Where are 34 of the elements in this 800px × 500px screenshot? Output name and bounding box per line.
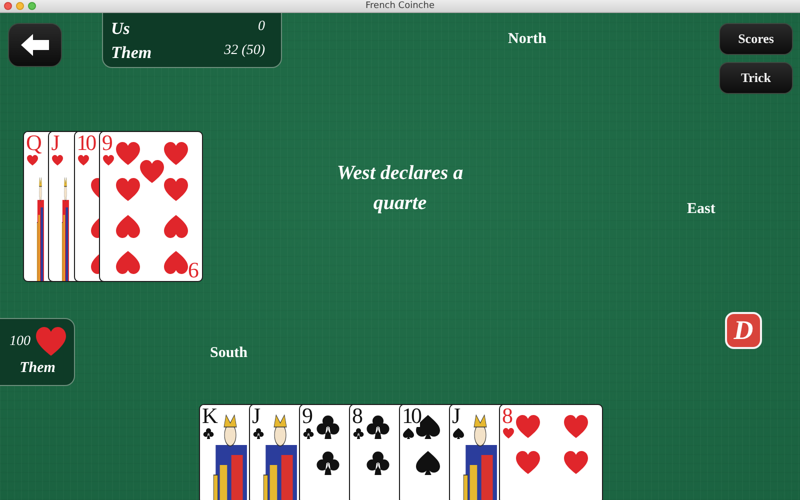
announcement-message: West declares a quarte	[336, 161, 464, 216]
heart-icon	[503, 428, 514, 439]
minimize-button[interactable]	[16, 2, 24, 10]
contract-value: 100	[10, 334, 30, 350]
player-name: North	[508, 31, 546, 47]
team-score: 32 (50)	[224, 42, 265, 60]
heart-icon	[52, 155, 64, 166]
player-name: South	[210, 345, 248, 361]
back-button[interactable]	[8, 23, 62, 67]
arrow-left-icon	[21, 34, 49, 56]
dealer-badge: D	[725, 312, 762, 349]
card-rank: 9	[188, 259, 199, 281]
heart-icon	[36, 327, 66, 357]
trick-button[interactable]: Trick	[719, 62, 793, 94]
team-name: Us	[111, 18, 130, 38]
club-icon	[253, 428, 264, 439]
player-name: East	[687, 201, 716, 217]
club-icon	[203, 428, 214, 439]
card-rank: Q	[26, 132, 40, 154]
heart-icon	[27, 155, 38, 166]
spade-icon	[453, 428, 464, 439]
team-name: Them	[111, 42, 152, 62]
club-icon	[303, 428, 314, 439]
window-title: French Coinche	[366, 0, 434, 12]
card-rank: 10	[402, 405, 420, 427]
zoom-button[interactable]	[28, 2, 36, 10]
scores-button[interactable]: Scores	[719, 23, 793, 55]
team-score: 0	[258, 18, 265, 36]
contract-team: Them	[20, 360, 56, 377]
heart-icon	[102, 155, 114, 166]
close-button[interactable]	[4, 2, 12, 10]
heart-icon	[78, 155, 89, 166]
spade-icon	[403, 428, 414, 439]
club-icon	[353, 428, 364, 439]
